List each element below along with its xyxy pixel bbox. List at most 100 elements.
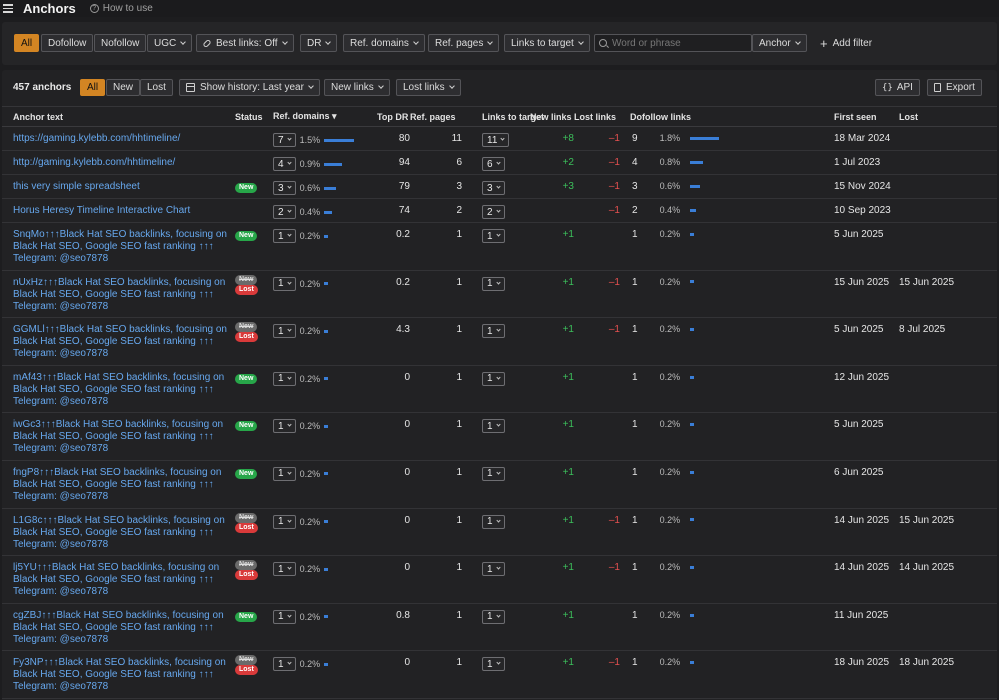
ref-domains-select[interactable]: 1 [273,562,296,577]
chevron-down-icon [281,38,288,45]
links-to-target-select[interactable]: 1 [482,562,505,577]
status-stack: New Lost [235,512,273,533]
header-lost[interactable]: Lost [899,106,997,127]
links-to-target-select[interactable]: 11 [482,133,510,147]
anchor-link[interactable]: Horus Heresy Timeline Interactive Chart [13,205,235,217]
filter-all-button[interactable]: All [14,34,40,52]
ref-domains-select[interactable]: 3 [273,181,296,195]
anchor-link[interactable]: this very simple spreadsheet [13,181,235,193]
links-to-target-select[interactable]: 1 [482,657,505,672]
header-ref-domains[interactable]: Ref. domains ▾ [273,106,377,127]
header-top-dr[interactable]: Top DR [377,106,410,127]
ref-domains-dropdown[interactable]: Ref. domains [343,34,425,52]
dofollow-bar [689,518,694,522]
links-to-target-select[interactable]: 1 [482,419,505,434]
anchor-dropdown[interactable]: Anchor [752,34,807,52]
filter-dofollow-button[interactable]: Dofollow [41,34,94,52]
search-input[interactable] [612,37,742,49]
anchor-link[interactable]: lj5YU↑↑↑Black Hat SEO backlinks, focusin… [13,562,235,598]
links-to-target-select[interactable]: 2 [482,205,505,219]
header-links-to-target[interactable]: Links to target [482,106,544,127]
links-to-target-select[interactable]: 1 [482,324,505,339]
top-dr-value: 0 [377,650,410,699]
ref-pages-value: 1 [410,508,462,557]
anchor-link[interactable]: L1G8c↑↑↑Black Hat SEO backlinks, focusin… [13,515,235,551]
ref-domains-bar [323,615,328,619]
links-to-target-select[interactable]: 1 [482,371,505,386]
anchor-link[interactable]: https://gaming.kylebb.com/hhtimeline/ [13,133,235,145]
links-to-target-select[interactable]: 1 [482,276,505,291]
best-links-dropdown[interactable]: Best links: Off [196,34,294,52]
table-row: Horus Heresy Timeline Interactive Chart 2… [2,198,997,223]
ref-domains-select[interactable]: 1 [273,466,296,481]
chevron-down-icon [286,208,292,213]
chevron-down-icon [495,232,501,237]
links-to-target-select[interactable]: 1 [482,466,505,481]
links-to-target-select[interactable]: 1 [482,514,505,529]
api-button[interactable]: {} API [875,79,920,96]
ref-domains-select[interactable]: 1 [273,229,296,243]
ref-domains-select[interactable]: 1 [273,324,296,339]
hamburger-icon[interactable] [3,4,13,13]
header-anchor-text[interactable]: Anchor text [2,106,235,127]
new-links-value: +1 [530,555,574,604]
lost-date-value [899,603,997,652]
ref-domains-select[interactable]: 1 [273,657,296,672]
ref-domains-value: 7 [278,134,284,146]
header-lost-links[interactable]: Lost links [574,106,620,127]
chevron-down-icon [286,232,292,237]
anchor-link[interactable]: iwGc3↑↑↑Black Hat SEO backlinks, focusin… [13,419,235,455]
anchor-link[interactable]: cgZBJ↑↑↑Black Hat SEO backlinks, focusin… [13,610,235,646]
status-badge-new-struck: New [235,560,258,571]
dr-dropdown[interactable]: DR [300,34,338,52]
ref-domains-bar [323,186,336,190]
ref-domains-select[interactable]: 7 [273,133,296,147]
status-badge-new: New [235,231,258,241]
links-to-target-value: 2 [487,206,493,218]
ref-pages-value: 1 [410,270,462,319]
tab-all[interactable]: All [80,79,106,96]
show-history-dropdown[interactable]: Show history: Last year [179,79,320,96]
tab-lost[interactable]: Lost [140,79,173,96]
lost-links-dropdown[interactable]: Lost links [396,79,461,96]
ref-pages-dropdown[interactable]: Ref. pages [428,34,500,52]
how-to-use-link[interactable]: ? How to use [89,3,153,14]
tab-new[interactable]: New [106,79,141,96]
export-button[interactable]: Export [927,79,982,96]
header-status[interactable]: Status [235,106,273,127]
links-to-target-select[interactable]: 1 [482,609,505,624]
new-links-dropdown[interactable]: New links [324,79,390,96]
anchor-link[interactable]: Fy3NP↑↑↑Black Hat SEO backlinks, focusin… [13,657,235,693]
anchor-link[interactable]: fngP8↑↑↑Black Hat SEO backlinks, focusin… [13,467,235,503]
ref-domains-select[interactable]: 1 [273,371,296,386]
links-to-target-select[interactable]: 1 [482,229,505,243]
anchor-link[interactable]: nUxHz↑↑↑Black Hat SEO backlinks, focusin… [13,277,235,313]
links-to-target-value: 6 [487,158,493,170]
filter-ugc-dropdown[interactable]: UGC [147,34,193,52]
links-to-target-dropdown[interactable]: Links to target [504,34,590,52]
new-links-label: New links [331,82,374,93]
anchor-link[interactable]: GGMLl↑↑↑Black Hat SEO backlinks, focusin… [13,324,235,360]
anchor-link[interactable]: mAf43↑↑↑Black Hat SEO backlinks, focusin… [13,372,235,408]
ref-domains-select[interactable]: 2 [273,205,296,219]
ref-domains-select[interactable]: 1 [273,609,296,624]
anchor-link[interactable]: http://gaming.kylebb.com/hhtimeline/ [13,157,235,169]
header-first-seen[interactable]: First seen [834,106,899,127]
ref-domains-select[interactable]: 1 [273,276,296,291]
add-filter-button[interactable]: + Add filter [820,34,872,52]
status-badge-new: New [235,468,258,479]
header-dofollow-links[interactable]: Dofollow links [620,106,834,127]
lost-links-value: –1 [574,317,620,366]
ref-domains-select[interactable]: 1 [273,419,296,434]
ref-pages-value: 2 [410,198,462,223]
links-to-target-select[interactable]: 6 [482,157,505,171]
header-ref-pages[interactable]: Ref. pages [410,106,462,127]
ref-domains-select[interactable]: 1 [273,514,296,529]
header-new-links[interactable]: New links [530,106,574,127]
ref-domains-percent: 0.2% [299,611,321,622]
ref-domains-select[interactable]: 4 [273,157,296,171]
anchor-link[interactable]: SnqMo↑↑↑Black Hat SEO backlinks, focusin… [13,229,235,265]
links-to-target-value: 1 [487,516,493,528]
filter-nofollow-button[interactable]: Nofollow [94,34,147,52]
links-to-target-select[interactable]: 3 [482,181,505,195]
